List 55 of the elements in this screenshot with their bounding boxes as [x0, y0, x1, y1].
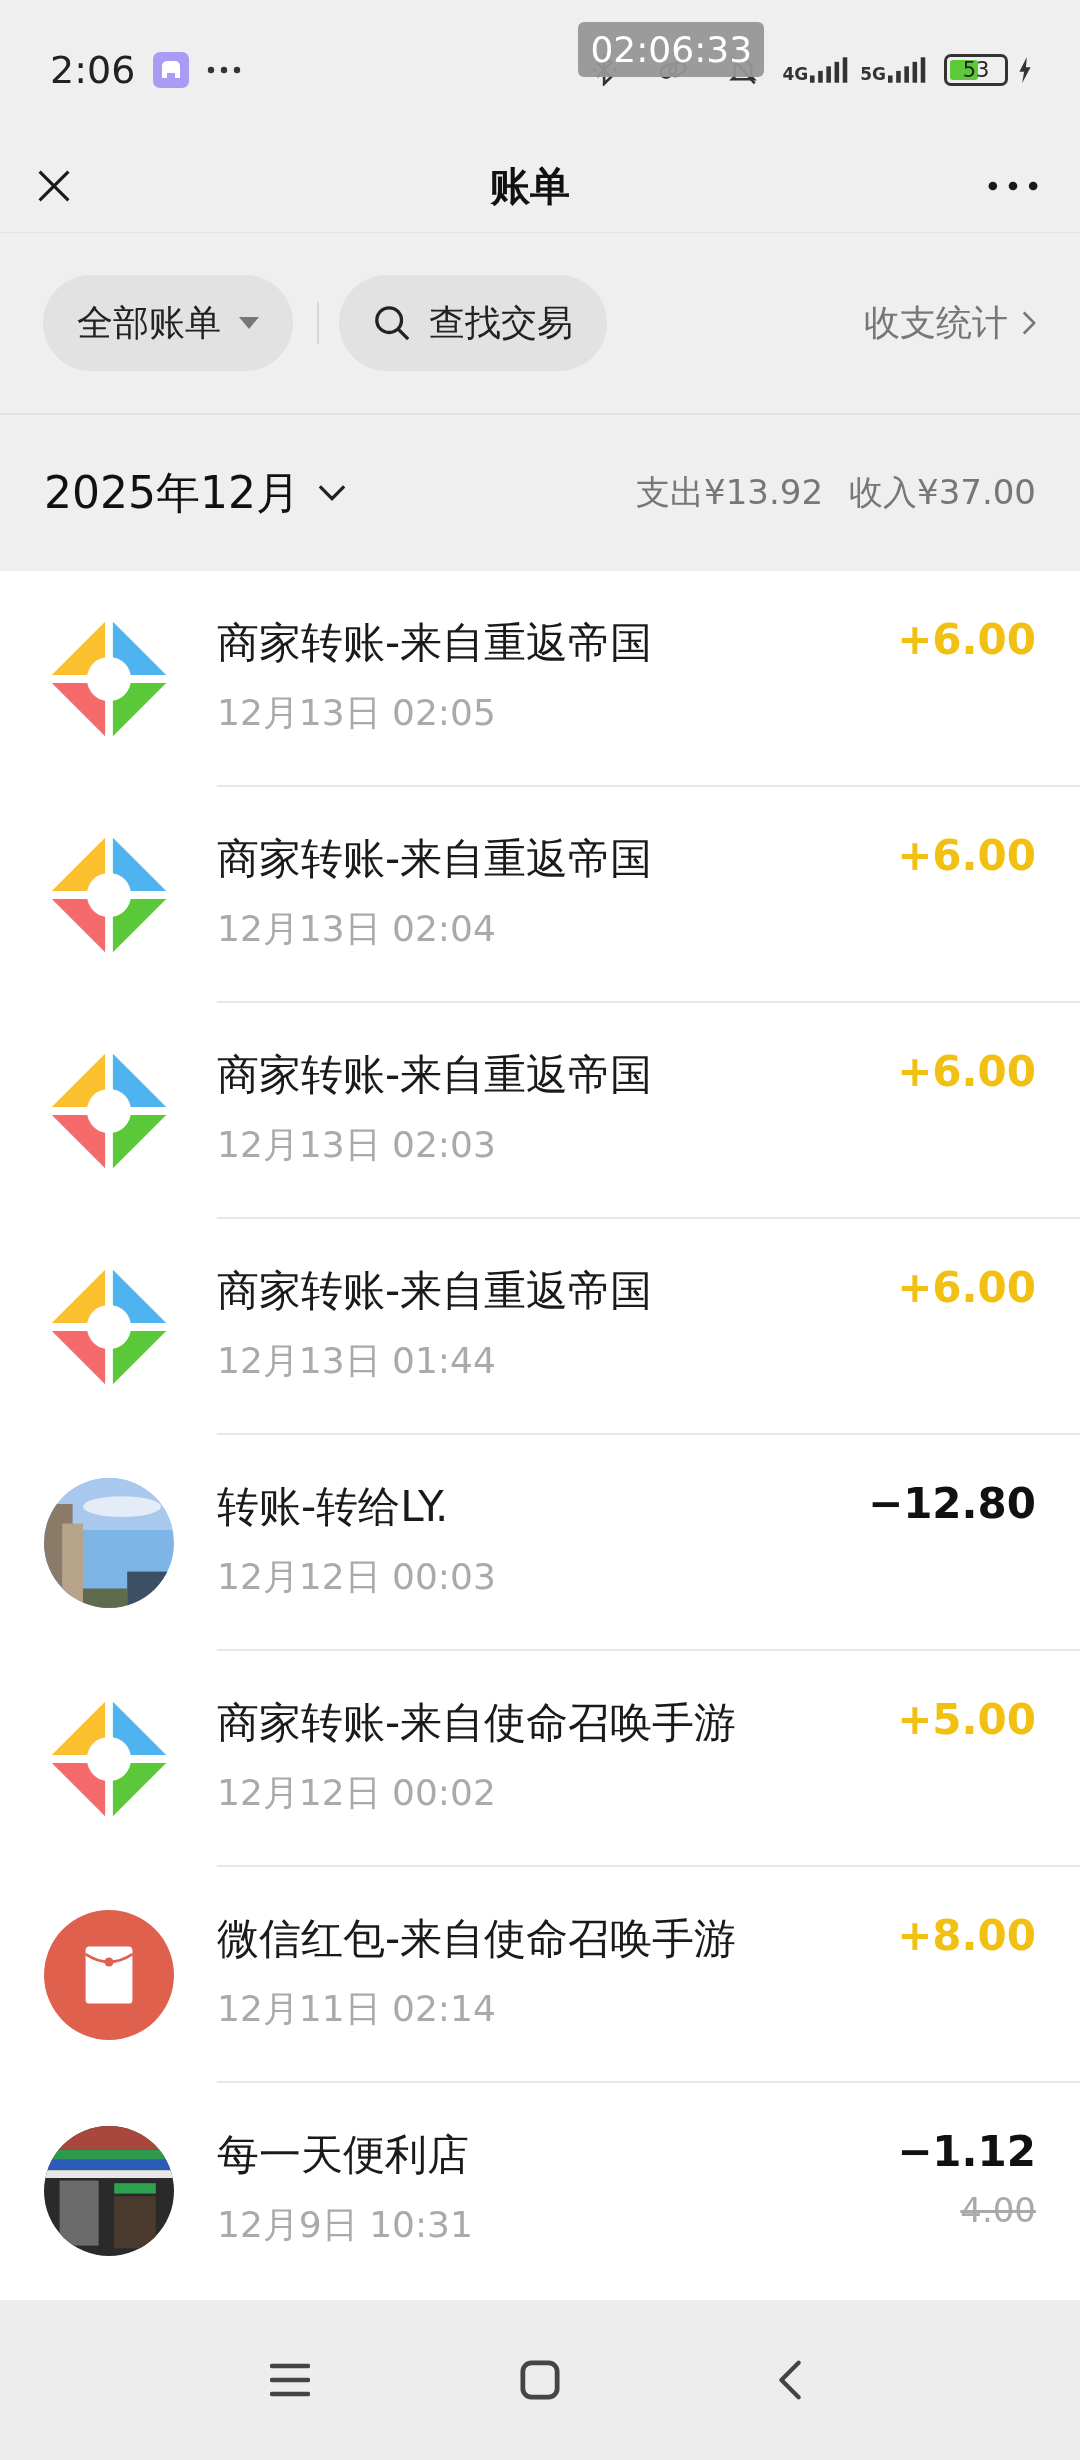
transaction-title: 每一天便利店	[217, 2129, 470, 2181]
transaction-row[interactable]: 商家转账-来自重返帝国 12月13日 01:44 +6.00	[0, 1219, 1080, 1435]
app-notification-icon	[153, 52, 190, 88]
transaction-title: 商家转账-来自重返帝国	[217, 617, 653, 669]
caret-icon	[239, 317, 259, 329]
transaction-amount: −12.80	[867, 1479, 1036, 1528]
transaction-time: 12月13日 02:05	[217, 691, 497, 735]
search-icon	[373, 304, 411, 342]
transaction-time: 12月13日 01:44	[217, 1339, 497, 1383]
caret-icon	[317, 484, 346, 502]
transaction-row[interactable]: 商家转账-来自重返帝国 12月13日 02:03 +6.00	[0, 1003, 1080, 1219]
transaction-amount: −1.12	[897, 2127, 1036, 2176]
income-total: 收入¥37.00	[849, 471, 1036, 514]
transaction-row[interactable]: 转账-转给LY. 12月12日 00:03 −12.80	[0, 1435, 1080, 1651]
expense-total: 支出¥13.92	[636, 471, 824, 514]
transaction-amount: +8.00	[897, 1911, 1036, 1960]
status-time: 2:06	[50, 48, 136, 92]
transaction-amount: +5.00	[897, 1695, 1036, 1744]
transaction-time: 12月9日 10:31	[217, 2203, 473, 2247]
transaction-time: 12月12日 00:03	[217, 1555, 496, 1599]
transaction-title: 商家转账-来自重返帝国	[217, 833, 653, 885]
statistics-link[interactable]: 收支统计	[864, 298, 1036, 348]
more-notifications-icon	[207, 66, 242, 74]
transaction-title: 商家转账-来自重返帝国	[217, 1049, 653, 1101]
transaction-title: 商家转账-来自使命召唤手游	[217, 1697, 737, 1749]
more-icon[interactable]	[988, 181, 1038, 191]
transaction-time: 12月11日 02:14	[217, 1987, 497, 2031]
recording-timer: 02:06:33	[578, 22, 765, 78]
page-title: 账单	[490, 161, 570, 211]
transaction-time: 12月12日 00:02	[217, 1771, 497, 1815]
transaction-title: 微信红包-来自使命召唤手游	[217, 1913, 737, 1965]
transaction-amount: +6.00	[897, 1263, 1036, 1312]
transaction-time: 12月13日 02:04	[217, 907, 497, 951]
chevron-icon	[1022, 310, 1036, 336]
transaction-amount: +6.00	[897, 1047, 1036, 1096]
close-icon[interactable]	[36, 168, 72, 204]
network-label: 5G	[860, 66, 886, 83]
signal-icon	[888, 57, 928, 83]
home-icon[interactable]	[520, 2360, 560, 2400]
transaction-title: 转账-转给LY.	[217, 1481, 450, 1533]
transaction-amount: +6.00	[897, 831, 1036, 880]
transaction-time: 12月13日 02:03	[217, 1123, 497, 1167]
charging-icon	[1018, 57, 1032, 83]
transaction-row[interactable]: 每一天便利店 12月9日 10:31 −1.12 4.00	[0, 2083, 1080, 2299]
transaction-row[interactable]: 商家转账-来自重返帝国 12月13日 02:05 +6.00	[0, 571, 1080, 787]
transaction-row[interactable]: 商家转账-来自使命召唤手游 12月12日 00:02 +5.00	[0, 1651, 1080, 1867]
transaction-row[interactable]: 商家转账-来自重返帝国 12月13日 02:04 +6.00	[0, 787, 1080, 1003]
bill-type-dropdown[interactable]: 全部账单	[43, 275, 293, 371]
original-amount: 4.00	[960, 2190, 1036, 2230]
network-label: 4G	[782, 66, 809, 83]
transaction-title: 商家转账-来自重返帝国	[217, 1265, 653, 1317]
transaction-amount: +6.00	[897, 615, 1036, 664]
transaction-row[interactable]: 微信红包-来自使命召唤手游 12月11日 02:14 +8.00	[0, 1867, 1080, 2083]
search-transactions-button[interactable]: 查找交易	[339, 275, 607, 371]
month-selector[interactable]: 2025年12月	[44, 463, 346, 523]
